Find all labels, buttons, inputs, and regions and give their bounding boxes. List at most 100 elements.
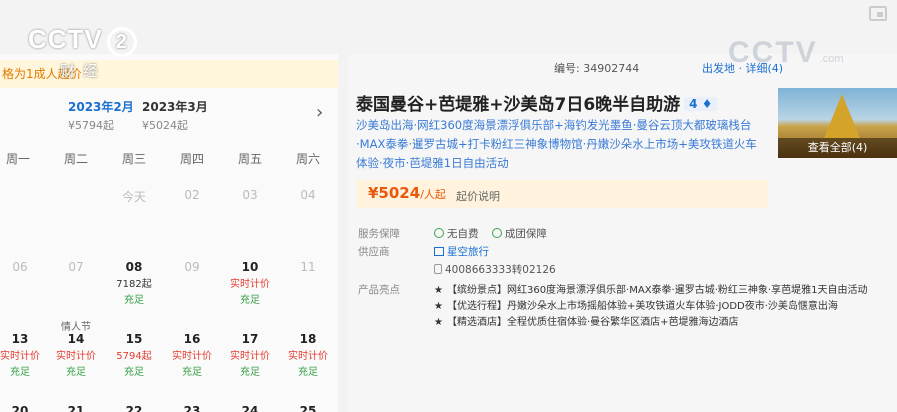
month-label: 2023年3月 (142, 100, 208, 114)
channel-number: 2 (106, 27, 137, 57)
day-price: 7182起 (116, 279, 152, 290)
calendar-day: 04 (280, 188, 336, 202)
day-number: 14 (67, 332, 85, 346)
calendar-day: 06 (0, 260, 48, 274)
day-status: 充足 (240, 295, 260, 306)
day-number: 25 (299, 404, 317, 412)
product-title: 泰国曼谷+芭堤雅+沙美岛7日6晚半自助游 4 ♦ (356, 90, 776, 115)
day-number: 18 (299, 332, 317, 346)
supplier-label: 供应商 (358, 246, 390, 258)
day-status: 充足 (124, 295, 144, 306)
product-thumbnail[interactable]: 查看全部(4) (778, 88, 897, 158)
highlight-text: 【缤纷景点】网红360度海景漂浮俱乐部·MAX泰拳·暹罗古城·粉红三神象·享芭堤… (446, 285, 868, 296)
calendar-day[interactable]: 08 7182起充足 (106, 260, 162, 306)
calendar-day[interactable]: 25 (280, 404, 336, 412)
calendar-day[interactable]: 21 (48, 404, 104, 412)
day-status: 充足 (240, 367, 260, 378)
price-note-link[interactable]: 起价说明 (456, 188, 500, 204)
day-price: 实时计价 (56, 351, 96, 362)
price-value: ¥5024 (368, 184, 421, 202)
day-number: 22 (125, 404, 143, 412)
day-number: 08 (125, 260, 143, 274)
supplier-phone: 4008663333转02126 (434, 262, 556, 277)
phone-icon (434, 264, 442, 274)
rating-badge: 4 ♦ (684, 97, 718, 111)
product-detail: 编号: 34902744 出发地 · 详细(4) 泰国曼谷+芭堤雅+沙美岛7日6… (348, 54, 897, 412)
calendar-day[interactable]: 17 实时计价 充足 (222, 332, 278, 378)
calendar-day[interactable]: 10 实时计价充足 (222, 260, 278, 306)
weekday-label: 周五 (237, 152, 262, 166)
product-title-text: 泰国曼谷+芭堤雅+沙美岛7日6晚半自助游 (356, 95, 681, 115)
day-price: 实时计价 (288, 351, 328, 362)
festival-label: 情人节 (61, 322, 91, 333)
weekday-header: 周一 周二 周三 周四 周五 周六 (0, 150, 338, 170)
price-unit: /人起 (420, 188, 446, 201)
chevron-right-icon[interactable]: › (316, 102, 323, 123)
calendar-day: 03 (222, 188, 278, 202)
tab-month-mar[interactable]: 2023年3月 ¥5024起 (142, 98, 208, 133)
star-icon: ★ (434, 285, 443, 296)
supplier-link[interactable]: 星空旅行 (434, 244, 489, 259)
calendar-day[interactable]: 24 (222, 404, 278, 412)
day-number: 21 (67, 404, 85, 412)
day-number: 15 (125, 332, 143, 346)
calendar-day[interactable]: 18 实时计价充足 (280, 332, 336, 378)
highlight-text: 【优选行程】丹嫩沙朵水上市场摇船体验+美攻铁道火车体验·JODD夜市·沙美岛惬意… (446, 301, 838, 312)
day-number: 03 (242, 188, 258, 202)
day-status: 充足 (298, 367, 318, 378)
date-calendar: 格为1成人起价 2023年2月 ¥5794起 2023年3月 ¥5024起 › … (0, 54, 338, 412)
calendar-day[interactable]: 13 实时计价 充足 (0, 332, 48, 378)
phone-number: 4008663333转02126 (445, 264, 556, 276)
highlights-label: 产品亮点 (358, 284, 400, 296)
day-number: 23 (183, 404, 201, 412)
weekday-label: 周三 (121, 152, 146, 166)
watermark-text: CCTV (728, 36, 818, 69)
day-number: 07 (68, 260, 84, 274)
day-price: 5794起 (116, 351, 152, 362)
product-code: 编号: 34902744 (554, 62, 640, 75)
cctv-logo-text: CCTV (28, 24, 103, 54)
day-number: 13 (11, 332, 29, 346)
calendar-day[interactable]: 20 (0, 404, 48, 412)
calendar-day[interactable]: 22 (106, 404, 162, 412)
check-circle-icon (491, 228, 502, 238)
service-item: 无自费 (447, 228, 479, 240)
day-price: 实时计价 (230, 279, 270, 290)
calendar-day[interactable]: 15 5794起充足 (106, 332, 162, 378)
window-icon (869, 6, 887, 21)
watermark-suffix: .com (819, 53, 844, 65)
day-number: 06 (12, 260, 28, 274)
star-icon: ★ (434, 301, 443, 312)
calendar-day: 11 (280, 260, 336, 274)
month-label: 2023年2月 (68, 100, 134, 114)
service-items: 无自费 成团保障 (434, 226, 547, 241)
day-status: 充足 (182, 367, 202, 378)
weekday-label: 周二 (63, 152, 88, 166)
day-status: 充足 (124, 367, 144, 378)
view-all-photos[interactable]: 查看全部(4) (778, 138, 897, 158)
check-circle-icon (434, 228, 444, 238)
calendar-day: 02 (164, 188, 220, 202)
channel-name: 财经 (60, 62, 107, 80)
month-tabs: 2023年2月 ¥5794起 2023年3月 ¥5024起 › (0, 94, 338, 133)
month-price: ¥5794起 (68, 119, 114, 132)
cctv-watermark: CCTV .com (728, 36, 844, 70)
calendar-day: 07 (48, 260, 104, 274)
day-number: 10 (241, 260, 259, 274)
day-number: 04 (300, 188, 316, 202)
shop-icon (434, 247, 444, 256)
calendar-day[interactable]: 23 (164, 404, 220, 412)
calendar-day[interactable]: 情人节 14 实时计价 充足 (48, 322, 104, 378)
calendar-day[interactable]: 16 实时计价 充足 (164, 332, 220, 378)
product-description: 沙美岛出海·网红360度海景漂浮俱乐部+海钓发光墨鱼·曼谷云顶大都玻璃栈台·MA… (356, 118, 757, 170)
day-number: 17 (241, 332, 259, 346)
highlight-item: ★ 【精选酒店】全程优质住宿体验·曼谷繁华区酒店+芭堤雅海边酒店 (434, 313, 739, 328)
price-notice: 格为1成人起价 (0, 60, 338, 88)
day-number: 24 (241, 404, 259, 412)
service-item: 成团保障 (504, 228, 547, 240)
day-number: 11 (300, 260, 316, 274)
calendar-day: 09 (164, 260, 220, 274)
weekday-label: 周四 (179, 152, 204, 166)
tab-month-feb[interactable]: 2023年2月 ¥5794起 (68, 98, 134, 133)
highlight-item: ★ 【缤纷景点】网红360度海景漂浮俱乐部·MAX泰拳·暹罗古城·粉红三神象·享芭… (434, 281, 867, 296)
